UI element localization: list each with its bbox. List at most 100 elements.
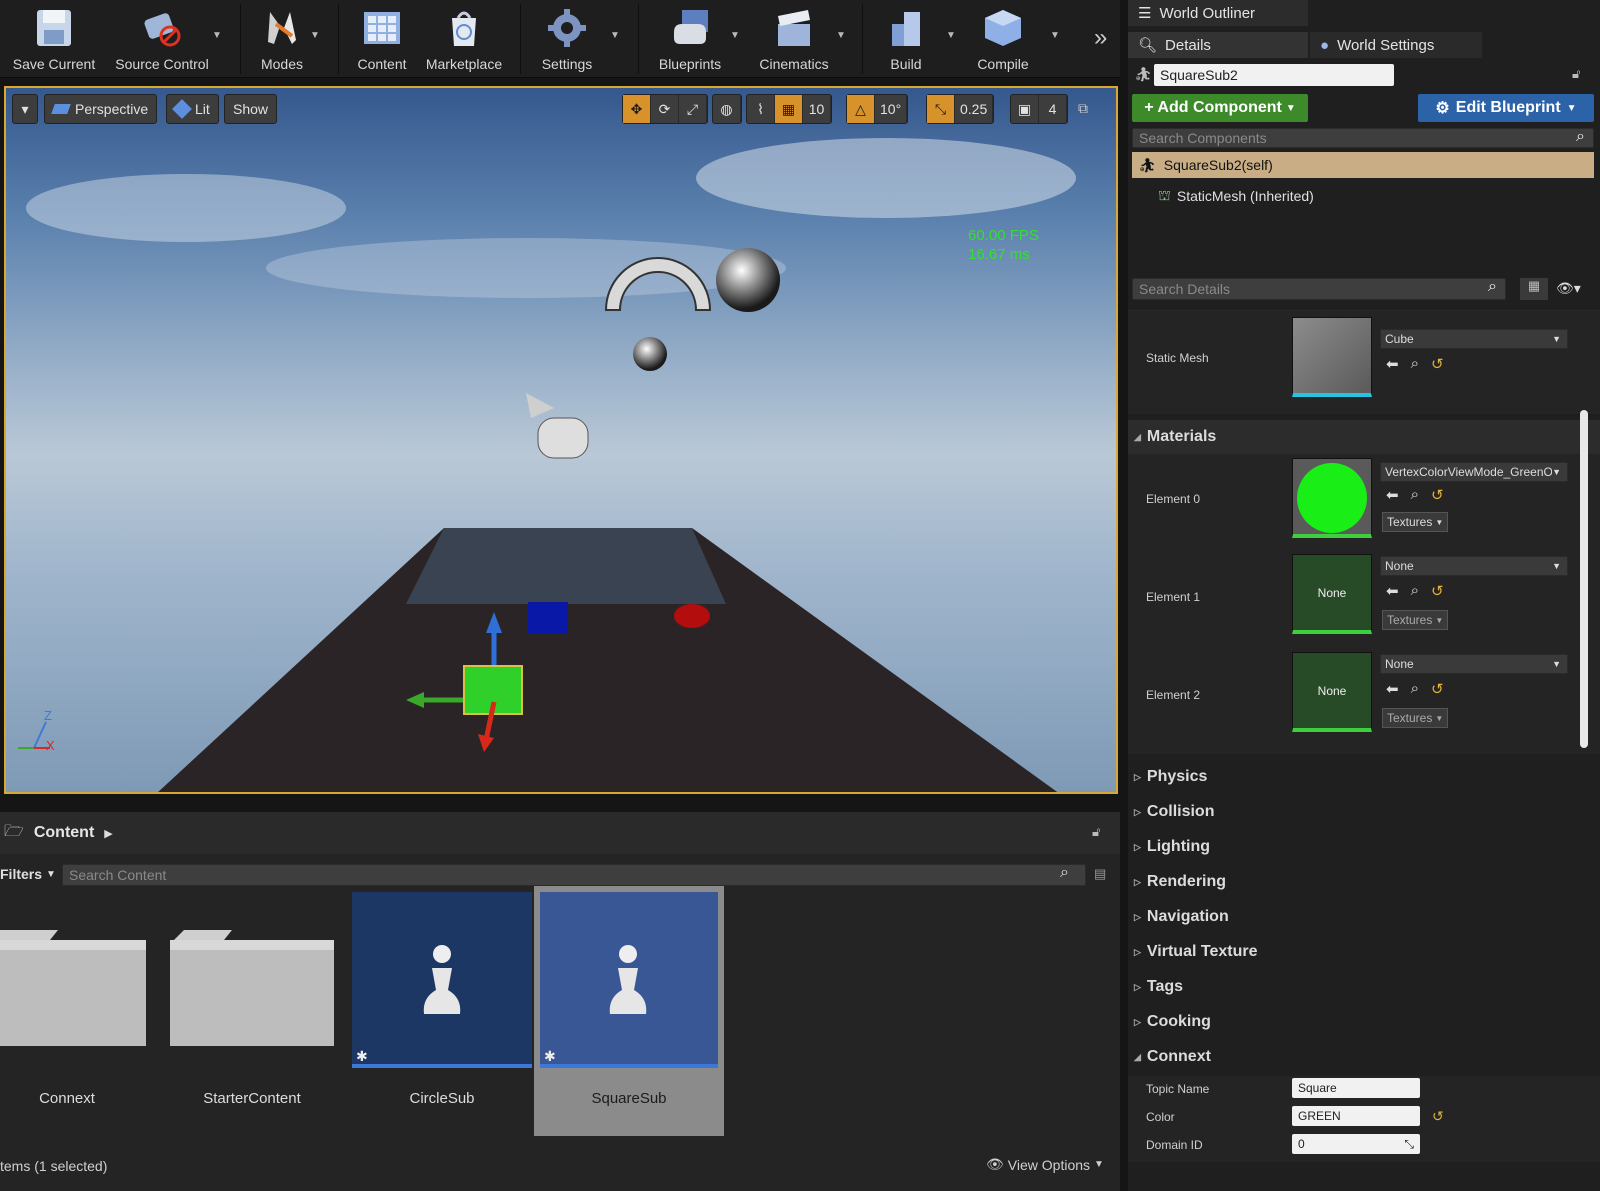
browse-icon[interactable]: ⌕: [1411, 486, 1419, 504]
component-row-staticmesh[interactable]: ⛫ StaticMesh (Inherited): [1158, 184, 1314, 208]
search-components-input[interactable]: Search Components: [1132, 128, 1594, 148]
material-combo[interactable]: None ▼: [1380, 556, 1568, 576]
build-button[interactable]: Build: [876, 0, 936, 78]
material-combo[interactable]: None ▼: [1380, 654, 1568, 674]
category-collision[interactable]: ▷ Collision: [1128, 795, 1600, 829]
category-lighting[interactable]: ▷ Lighting: [1128, 830, 1600, 864]
show-button[interactable]: Show: [224, 94, 278, 124]
compile-button[interactable]: Compile: [968, 0, 1038, 78]
asset-tile[interactable]: StarterContent: [170, 900, 334, 1144]
scale-snap-value[interactable]: 0.25: [955, 95, 994, 123]
property-matrix-icon[interactable]: ▦: [1520, 278, 1548, 300]
tab-details[interactable]: 🔍︎ Details: [1128, 32, 1308, 58]
reset-icon[interactable]: ↺: [1431, 680, 1444, 698]
tab-world-outliner[interactable]: ☰ World Outliner: [1128, 0, 1308, 26]
camera-icon[interactable]: ▣: [1011, 95, 1039, 123]
rotate-icon[interactable]: ⟳: [651, 95, 679, 123]
grid-icon[interactable]: ▦: [775, 95, 803, 123]
search-details-input[interactable]: Search Details: [1132, 278, 1506, 300]
translate-icon[interactable]: ✥: [623, 95, 651, 123]
perspective-button[interactable]: Perspective: [44, 94, 158, 124]
asset-tile-selected[interactable]: ✱ SquareSub: [534, 886, 724, 1136]
source-control-button[interactable]: Source Control: [110, 0, 214, 78]
compile-dropdown-icon[interactable]: ▼: [1050, 30, 1060, 41]
textures-button[interactable]: Textures ▼: [1382, 512, 1449, 532]
use-selected-icon[interactable]: ⬅: [1386, 486, 1399, 504]
reset-icon[interactable]: ↺: [1431, 486, 1444, 504]
cinematics-button[interactable]: Cinematics: [752, 0, 836, 78]
angle-icon[interactable]: △: [847, 95, 875, 123]
color-input[interactable]: GREEN: [1292, 1106, 1420, 1126]
category-navigation[interactable]: ▷ Navigation: [1128, 900, 1600, 934]
camera-speed-value[interactable]: 4: [1039, 95, 1067, 123]
reset-icon[interactable]: ↺: [1431, 355, 1444, 373]
settings-dropdown-icon[interactable]: ▼: [610, 30, 620, 41]
reset-icon[interactable]: ↺: [1432, 1108, 1444, 1125]
maximize-viewport-icon[interactable]: ⧉: [1078, 100, 1088, 117]
blueprints-dropdown-icon[interactable]: ▼: [730, 30, 740, 41]
category-virtual-texture[interactable]: ▷ Virtual Texture: [1128, 935, 1600, 969]
category-physics[interactable]: ▷ Physics: [1128, 760, 1600, 794]
actor-name-input[interactable]: SquareSub2: [1154, 64, 1394, 86]
add-component-button[interactable]: + Add Component ▼: [1132, 94, 1308, 122]
use-selected-icon[interactable]: ⬅: [1386, 680, 1399, 698]
modes-dropdown-icon[interactable]: ▼: [310, 30, 320, 41]
grid-snap-value[interactable]: 10: [803, 95, 831, 123]
browse-icon[interactable]: ⌕: [1411, 680, 1419, 698]
level-viewport[interactable]: ▾ Perspective Lit Show ✥ ⟳ ⤢ ◍ ⌇ ▦ 10 △ …: [4, 86, 1118, 794]
lock-icon[interactable]: 🔓︎: [1092, 824, 1100, 840]
chevron-double-right-icon[interactable]: »: [1094, 24, 1107, 52]
cinematics-dropdown-icon[interactable]: ▼: [836, 30, 846, 41]
save-search-icon[interactable]: ▤: [1094, 866, 1106, 882]
asset-tile[interactable]: ✱ CircleSub: [352, 892, 532, 1136]
eye-icon[interactable]: 👁︎▾: [1556, 280, 1581, 297]
edit-blueprint-button[interactable]: ⚙ Edit Blueprint ▼: [1418, 94, 1594, 122]
build-dropdown-icon[interactable]: ▼: [946, 30, 956, 41]
component-row-self[interactable]: ⛹︎ SquareSub2(self): [1132, 152, 1594, 178]
material-thumbnail[interactable]: None: [1292, 652, 1372, 732]
details-scrollbar[interactable]: [1580, 410, 1588, 748]
scale-snap-icon[interactable]: ⤡: [927, 95, 955, 123]
browse-icon[interactable]: ⌕: [1411, 355, 1419, 373]
reset-icon[interactable]: ↺: [1431, 582, 1444, 600]
content-search-input[interactable]: Search Content: [62, 864, 1086, 886]
textures-button[interactable]: Textures ▼: [1382, 610, 1449, 630]
category-materials[interactable]: ◢ Materials: [1128, 420, 1600, 454]
material-thumbnail[interactable]: [1292, 458, 1372, 538]
settings-button[interactable]: Settings: [534, 0, 600, 78]
blueprints-button[interactable]: Blueprints: [650, 0, 730, 78]
magnifier-icon: 🔍︎: [1138, 37, 1158, 54]
tab-world-settings[interactable]: ● World Settings: [1310, 32, 1482, 58]
surface-snap-icon[interactable]: ⌇: [747, 95, 775, 123]
source-control-dropdown-icon[interactable]: ▼: [212, 30, 222, 41]
use-selected-icon[interactable]: ⬅: [1386, 582, 1399, 600]
chevron-right-icon[interactable]: ▶: [104, 827, 112, 840]
topic-name-input[interactable]: Square: [1292, 1078, 1420, 1098]
rotation-snap-value[interactable]: 10°: [875, 95, 908, 123]
filters-button[interactable]: Filters ▼: [0, 862, 56, 886]
category-rendering[interactable]: ▷ Rendering: [1128, 865, 1600, 899]
browse-icon[interactable]: ⌕: [1411, 582, 1419, 600]
lock-icon[interactable]: 🔓︎: [1572, 66, 1580, 82]
mesh-thumbnail[interactable]: [1292, 317, 1372, 397]
category-connext[interactable]: ◢ Connext: [1128, 1040, 1600, 1074]
category-tags[interactable]: ▷ Tags: [1128, 970, 1600, 1004]
scale-icon[interactable]: ⤢: [679, 95, 707, 123]
content-root-crumb[interactable]: Content: [34, 824, 94, 842]
textures-button[interactable]: Textures ▼: [1382, 708, 1449, 728]
content-button[interactable]: Content: [352, 0, 412, 78]
static-mesh-combo[interactable]: Cube ▼: [1380, 329, 1568, 349]
material-combo[interactable]: VertexColorViewMode_GreenOı ▼: [1380, 462, 1568, 482]
material-thumbnail[interactable]: None: [1292, 554, 1372, 634]
category-cooking[interactable]: ▷ Cooking: [1128, 1005, 1600, 1039]
viewport-options-button[interactable]: ▾: [12, 94, 38, 124]
asset-tile[interactable]: Connext: [0, 900, 146, 1144]
modes-button[interactable]: Modes: [252, 0, 312, 78]
domain-id-spinbox[interactable]: 0 ⤡: [1292, 1134, 1420, 1154]
save-current-button[interactable]: Save Current: [8, 0, 100, 78]
use-selected-icon[interactable]: ⬅: [1386, 355, 1399, 373]
globe-icon[interactable]: ◍: [713, 95, 741, 123]
lit-button[interactable]: Lit: [166, 94, 219, 124]
marketplace-button[interactable]: Marketplace: [422, 0, 506, 78]
view-options-button[interactable]: 👁︎ View Options ▼: [986, 1156, 1104, 1173]
